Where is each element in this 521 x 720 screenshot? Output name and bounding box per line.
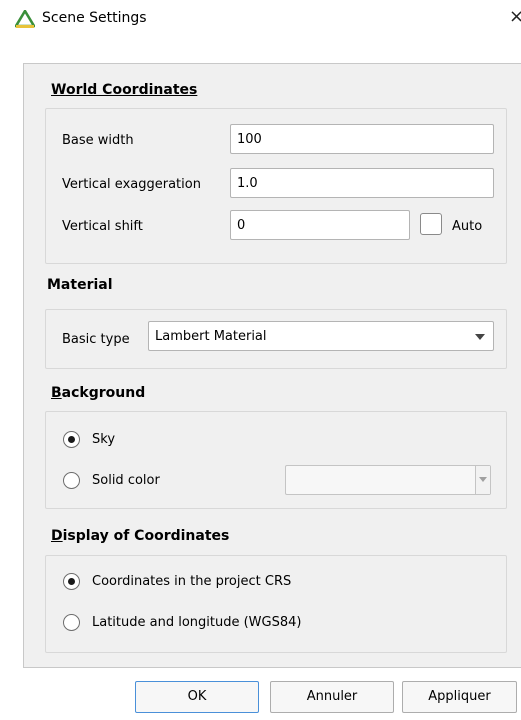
- sky-radio[interactable]: [63, 431, 80, 448]
- close-icon[interactable]: ×: [509, 6, 521, 27]
- auto-checkbox[interactable]: [420, 213, 442, 235]
- radio-selected-dot: [68, 436, 75, 443]
- background-title: Background: [51, 385, 146, 401]
- ok-button[interactable]: OK: [135, 681, 259, 713]
- qgis-triangle-icon: [15, 10, 35, 28]
- vertical-shift-input[interactable]: 0: [230, 210, 410, 240]
- display-coordinates-panel: [45, 555, 507, 653]
- display-coordinates-title: Display of Coordinates: [51, 528, 230, 544]
- apply-button[interactable]: Appliquer: [402, 681, 517, 713]
- latlon-radio[interactable]: [63, 614, 80, 631]
- basic-type-label: Basic type: [62, 332, 130, 347]
- project-crs-radio[interactable]: [63, 573, 80, 590]
- base-width-label: Base width: [62, 133, 134, 148]
- radio-selected-dot: [68, 578, 75, 585]
- title-bar: Scene Settings ×: [0, 0, 521, 40]
- chevron-down-icon: [475, 334, 485, 340]
- vertical-shift-label: Vertical shift: [62, 219, 143, 234]
- basic-type-select[interactable]: Lambert Material: [148, 321, 494, 351]
- sky-label: Sky: [92, 432, 116, 447]
- base-width-input[interactable]: 100: [230, 124, 494, 154]
- auto-label: Auto: [452, 219, 483, 234]
- color-dropdown-toggle[interactable]: [475, 466, 490, 494]
- cancel-button[interactable]: Annuler: [270, 681, 394, 713]
- world-coordinates-title: World Coordinates: [51, 82, 198, 98]
- latlon-label: Latitude and longitude (WGS84): [92, 615, 302, 630]
- solid-color-picker[interactable]: [285, 465, 491, 495]
- material-title: Material: [47, 277, 113, 293]
- vertical-exaggeration-label: Vertical exaggeration: [62, 177, 201, 192]
- window-title: Scene Settings: [42, 10, 147, 26]
- project-crs-label: Coordinates in the project CRS: [92, 574, 292, 589]
- solid-color-label: Solid color: [92, 473, 160, 488]
- chevron-down-icon: [479, 477, 487, 482]
- basic-type-value: Lambert Material: [155, 329, 267, 344]
- vertical-exaggeration-input[interactable]: 1.0: [230, 168, 494, 198]
- solid-color-radio[interactable]: [63, 472, 80, 489]
